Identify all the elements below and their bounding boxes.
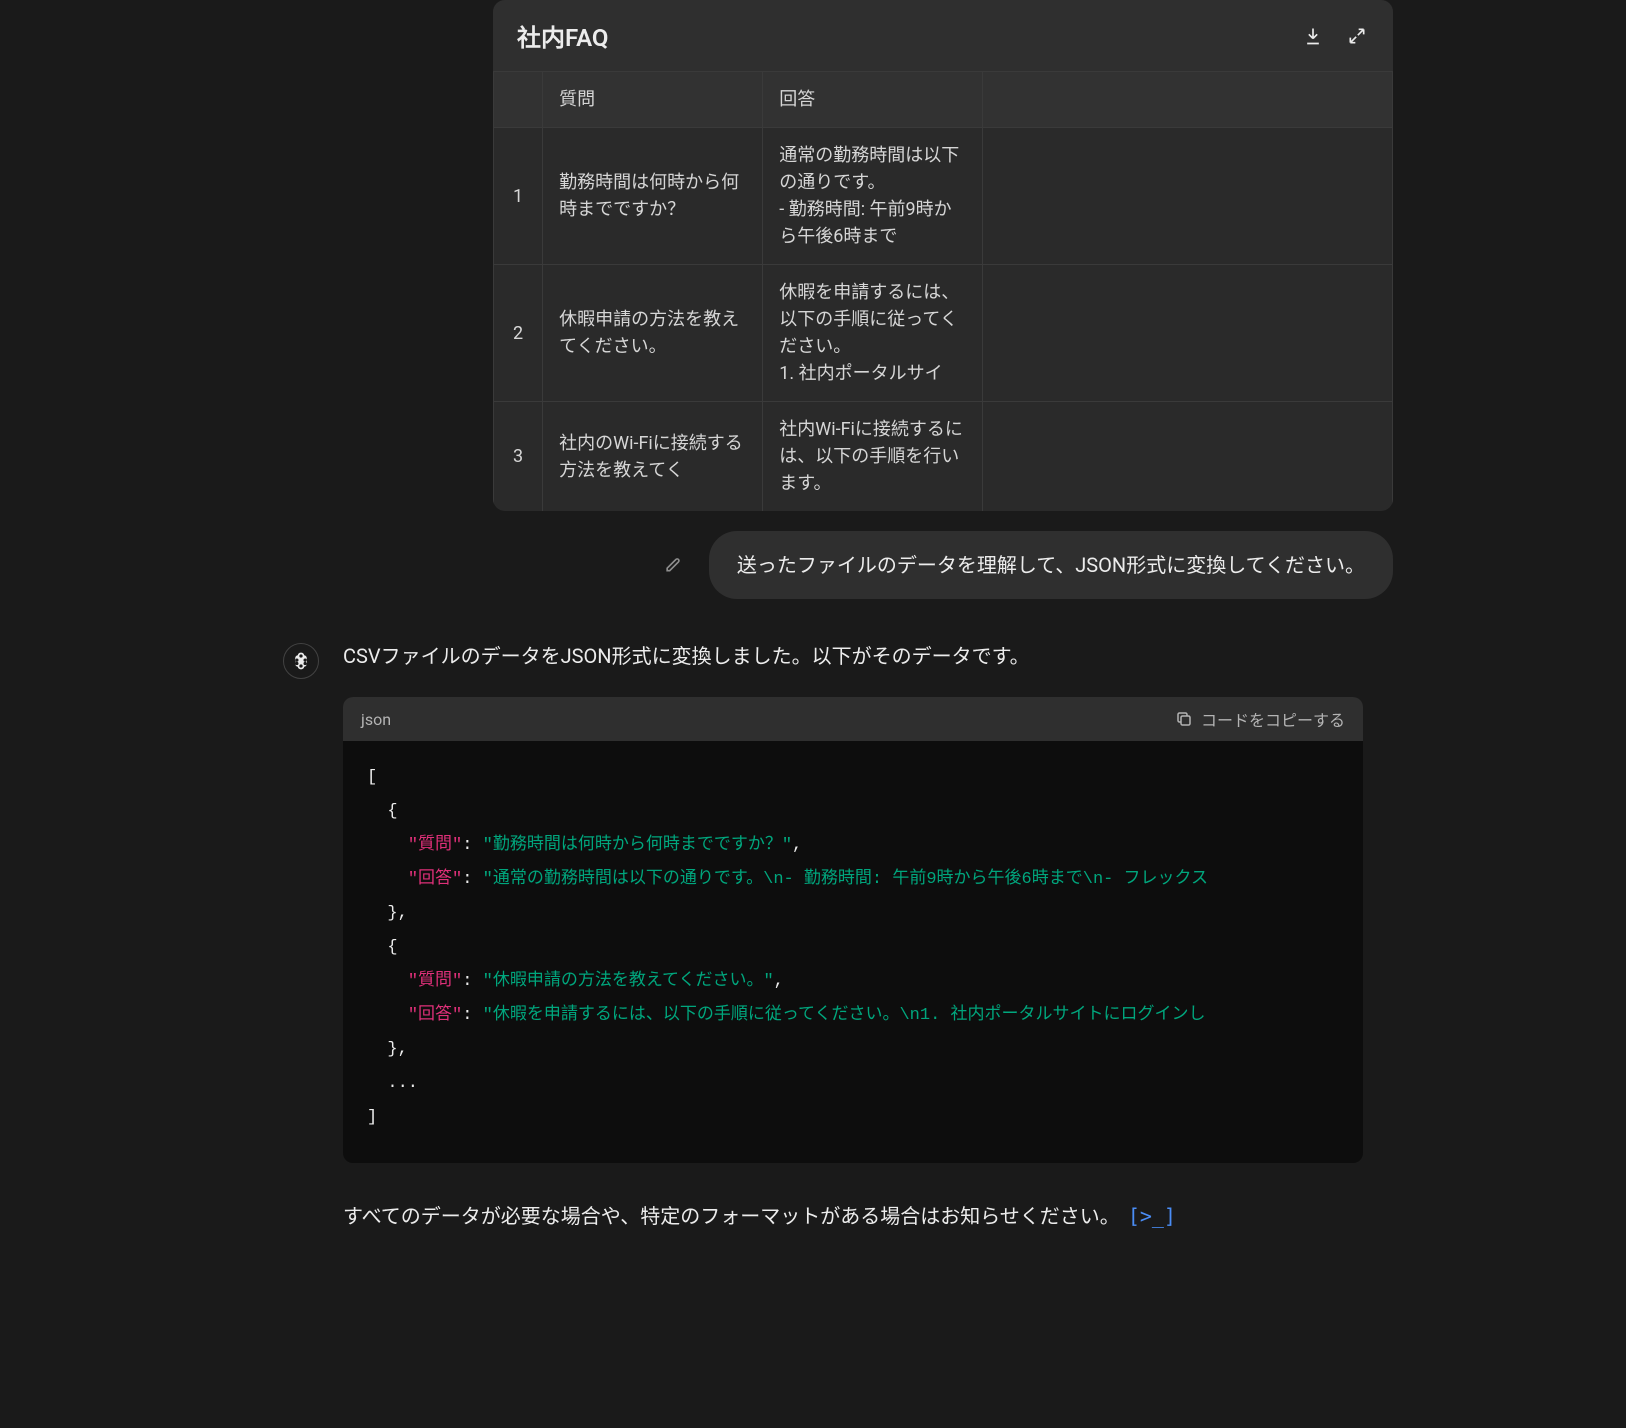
code-content[interactable]: [ { "質問": "勤務時間は何時から何時までですか？", "回答": "通常… (343, 741, 1363, 1163)
row-index: 2 (494, 265, 543, 402)
row-index: 1 (494, 128, 543, 265)
json-key: "回答" (408, 1006, 462, 1025)
row-answer: 休暇を申請するには、以下の手順に従ってください。 1. 社内ポータルサイ (763, 265, 983, 402)
file-preview-header: 社内FAQ (493, 0, 1393, 71)
row-answer: 社内Wi-Fiに接続するには、以下の手順を行います。 (763, 402, 983, 512)
row-question: 勤務時間は何時から何時までですか？ (543, 128, 763, 265)
user-message-row: 送ったファイルのデータを理解して、JSON形式に変換してください。 (493, 531, 1393, 599)
json-string: "勤務時間は何時から何時までですか？" (483, 836, 792, 855)
followup-text: すべてのデータが必要な場合や、特定のフォーマットがある場合はお知らせください。 (343, 1199, 1120, 1233)
row-answer: 通常の勤務時間は以下の通りです。 - 勤務時間: 午前9時から午後6時まで (763, 128, 983, 265)
table-header-question: 質問 (543, 72, 763, 128)
table-header-empty (983, 72, 1393, 128)
code-header: json コードをコピーする (343, 697, 1363, 741)
assistant-avatar-icon (283, 643, 319, 679)
table-header-row: 質問 回答 (494, 72, 1393, 128)
table-row: 2 休暇申請の方法を教えてください。 休暇を申請するには、以下の手順に従ってくだ… (494, 265, 1393, 402)
table-header-index (494, 72, 543, 128)
row-empty (983, 128, 1393, 265)
json-string: "休暇を申請するには、以下の手順に従ってください。\n1. 社内ポータルサイトに… (483, 1006, 1206, 1025)
edit-icon[interactable] (663, 554, 685, 576)
table-header-answer: 回答 (763, 72, 983, 128)
json-key: "質問" (408, 836, 462, 855)
assistant-row: CSVファイルのデータをJSON形式に変換しました。以下がそのデータです。 js… (233, 639, 1393, 1233)
faq-table: 質問 回答 1 勤務時間は何時から何時までですか？ 通常の勤務時間は以下の通りで… (493, 71, 1393, 511)
json-key: "質問" (408, 972, 462, 991)
copy-code-button[interactable]: コードをコピーする (1175, 707, 1345, 731)
row-question: 休暇申請の方法を教えてください。 (543, 265, 763, 402)
code-block: json コードをコピーする [ { "質問": "勤務時間は何時から何時までで… (343, 697, 1363, 1163)
file-title: 社内FAQ (517, 18, 608, 53)
json-ellipsis: ... (387, 1074, 418, 1093)
json-key: "回答" (408, 870, 462, 889)
row-question: 社内のWi-Fiに接続する方法を教えてく (543, 402, 763, 512)
row-index: 3 (494, 402, 543, 512)
copy-code-label: コードをコピーする (1201, 707, 1345, 731)
json-string: "休暇申請の方法を教えてください。" (483, 972, 774, 991)
row-empty (983, 265, 1393, 402)
file-actions (1301, 24, 1369, 48)
json-string: "通常の勤務時間は以下の通りです。\n- 勤務時間: 午前9時から午後6時まで\… (483, 870, 1208, 889)
assistant-body: CSVファイルのデータをJSON形式に変換しました。以下がそのデータです。 js… (343, 639, 1403, 1233)
download-icon[interactable] (1301, 24, 1325, 48)
analysis-icon[interactable]: [>_] (1128, 1199, 1176, 1233)
code-lang-label: json (361, 710, 391, 729)
table-row: 1 勤務時間は何時から何時までですか？ 通常の勤務時間は以下の通りです。 - 勤… (494, 128, 1393, 265)
table-scroll: 質問 回答 1 勤務時間は何時から何時までですか？ 通常の勤務時間は以下の通りで… (493, 71, 1393, 511)
row-empty (983, 402, 1393, 512)
table-row: 3 社内のWi-Fiに接続する方法を教えてく 社内Wi-Fiに接続するには、以下… (494, 402, 1393, 512)
user-message-bubble: 送ったファイルのデータを理解して、JSON形式に変換してください。 (709, 531, 1393, 599)
expand-icon[interactable] (1345, 24, 1369, 48)
assistant-intro-text: CSVファイルのデータをJSON形式に変換しました。以下がそのデータです。 (343, 639, 1363, 673)
file-preview-card: 社内FAQ 質問 回答 (493, 0, 1393, 511)
assistant-followup: すべてのデータが必要な場合や、特定のフォーマットがある場合はお知らせください。 … (343, 1199, 1363, 1233)
